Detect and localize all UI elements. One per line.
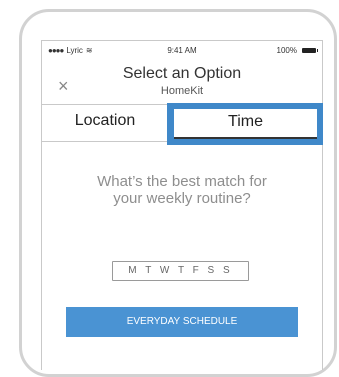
battery-percent: 100% [276, 46, 297, 55]
tab-bar: Location Time [42, 103, 323, 145]
header: × Select an Option HomeKit [42, 63, 322, 103]
page-title: Select an Option [122, 65, 242, 82]
tab-time-highlight: Time [167, 103, 323, 145]
status-bar: ●●●● Lyric ≋ 9:41 AM 100% [42, 41, 322, 61]
tab-time[interactable]: Time [174, 109, 317, 139]
status-right: 100% [276, 46, 318, 55]
tab-location[interactable]: Location [42, 105, 168, 141]
app-screen: ●●●● Lyric ≋ 9:41 AM 100% × Select an Op… [41, 40, 323, 370]
everyday-schedule-button[interactable]: EVERYDAY SCHEDULE [66, 307, 298, 337]
question-line-1: What’s the best match for [97, 173, 267, 190]
battery-icon [302, 48, 318, 53]
routine-question: What’s the best match for your weekly ro… [42, 173, 322, 207]
weekday-selector[interactable]: M T W T F S S [112, 261, 249, 281]
page-subtitle: HomeKit [160, 85, 204, 97]
question-line-2: your weekly routine? [113, 190, 251, 207]
